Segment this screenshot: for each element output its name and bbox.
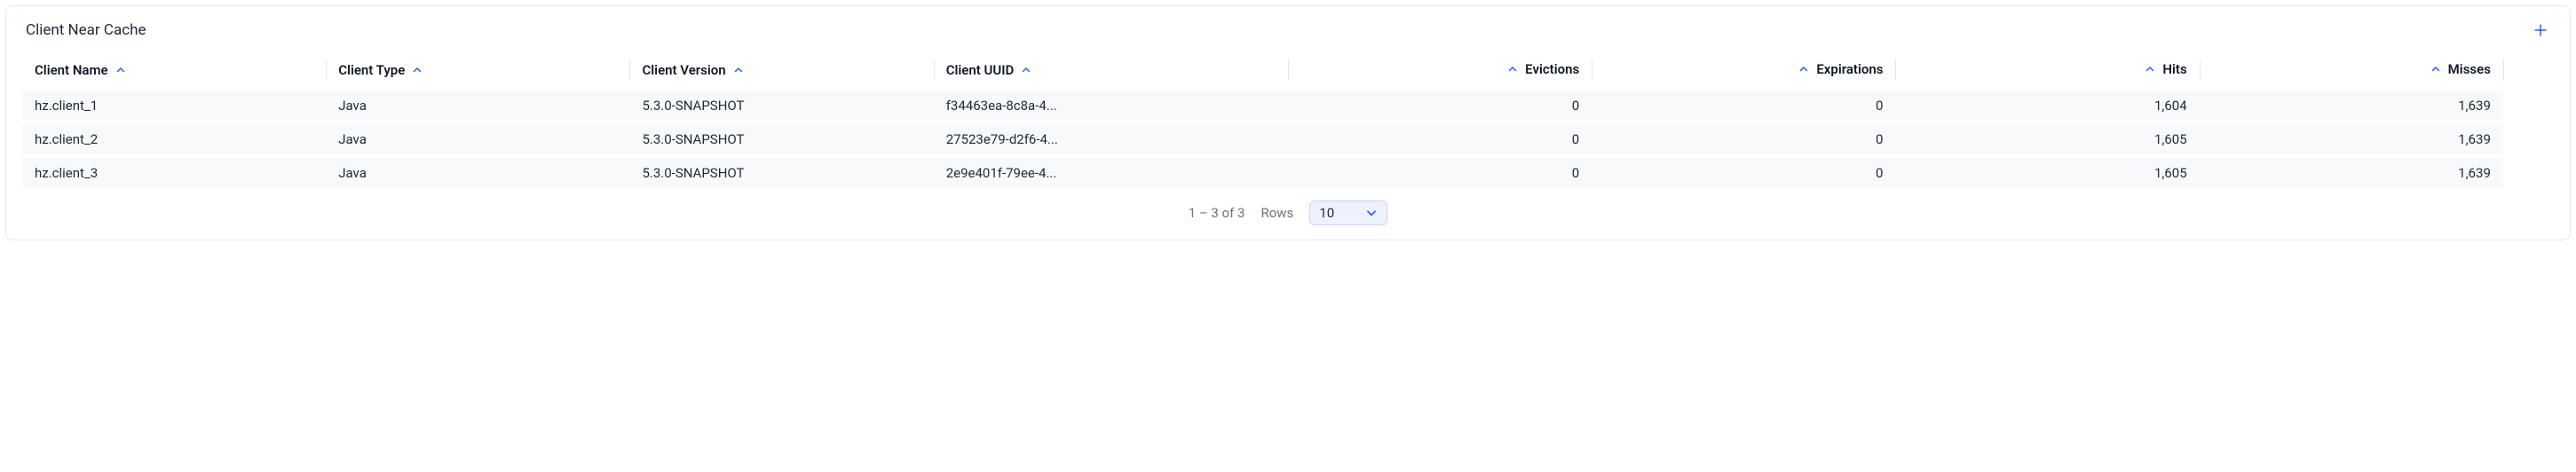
cell-misses: 1,639 bbox=[2200, 156, 2503, 188]
col-header-client-version[interactable]: Client Version bbox=[629, 52, 933, 89]
cell-misses: 1,639 bbox=[2200, 89, 2503, 122]
col-label: Misses bbox=[2448, 61, 2491, 77]
col-label: Evictions bbox=[1525, 61, 1579, 77]
table-row: hz.client_1Java5.3.0-SNAPSHOTf34463ea-8c… bbox=[22, 89, 2554, 122]
col-label: Hits bbox=[2162, 61, 2186, 77]
cell-client-version: 5.3.0-SNAPSHOT bbox=[629, 122, 933, 156]
cell-client-type: Java bbox=[326, 156, 629, 188]
chevron-down-icon bbox=[1365, 207, 1378, 219]
panel-title: Client Near Cache bbox=[26, 21, 146, 39]
sort-asc-icon bbox=[2145, 64, 2155, 75]
cell-spacer bbox=[2503, 89, 2554, 122]
rows-label: Rows bbox=[1260, 205, 1293, 221]
cell-spacer bbox=[2503, 156, 2554, 188]
rows-value: 10 bbox=[1319, 205, 1334, 221]
sort-asc-icon bbox=[2430, 64, 2441, 75]
col-label: Client Version bbox=[642, 62, 725, 78]
cell-client-uuid: f34463ea-8c8a-4... bbox=[934, 89, 1288, 122]
cell-client-version: 5.3.0-SNAPSHOT bbox=[629, 89, 933, 122]
table-row: hz.client_3Java5.3.0-SNAPSHOT2e9e401f-79… bbox=[22, 156, 2554, 188]
pagination: 1 – 3 of 3 Rows 10 bbox=[22, 201, 2554, 225]
col-header-hits[interactable]: Hits bbox=[1895, 52, 2199, 89]
cell-client-version: 5.3.0-SNAPSHOT bbox=[629, 156, 933, 188]
sort-asc-icon bbox=[115, 65, 126, 75]
rows-per-page-select[interactable]: 10 bbox=[1309, 201, 1387, 225]
cell-evictions: 0 bbox=[1288, 156, 1592, 188]
col-header-misses[interactable]: Misses bbox=[2200, 52, 2503, 89]
sort-asc-icon bbox=[1021, 65, 1031, 75]
col-label: Client Type bbox=[338, 62, 405, 78]
col-header-client-uuid[interactable]: Client UUID bbox=[934, 52, 1288, 89]
cell-client-type: Java bbox=[326, 89, 629, 122]
cell-evictions: 0 bbox=[1288, 122, 1592, 156]
cell-evictions: 0 bbox=[1288, 89, 1592, 122]
col-header-evictions[interactable]: Evictions bbox=[1288, 52, 1592, 89]
cell-client-name: hz.client_2 bbox=[22, 122, 326, 156]
cell-client-name: hz.client_3 bbox=[22, 156, 326, 188]
cell-expirations: 0 bbox=[1592, 89, 1895, 122]
cell-client-uuid: 2e9e401f-79ee-4... bbox=[934, 156, 1288, 188]
add-button[interactable] bbox=[2531, 20, 2550, 40]
cell-client-name: hz.client_1 bbox=[22, 89, 326, 122]
panel-header: Client Near Cache bbox=[22, 17, 2554, 52]
table-row: hz.client_2Java5.3.0-SNAPSHOT27523e79-d2… bbox=[22, 122, 2554, 156]
cell-expirations: 0 bbox=[1592, 122, 1895, 156]
col-header-spacer bbox=[2503, 52, 2554, 89]
col-header-client-name[interactable]: Client Name bbox=[22, 52, 326, 89]
pagination-range: 1 – 3 of 3 bbox=[1189, 205, 1245, 221]
cell-client-uuid: 27523e79-d2f6-4... bbox=[934, 122, 1288, 156]
col-header-client-type[interactable]: Client Type bbox=[326, 52, 629, 89]
sort-asc-icon bbox=[1798, 64, 1809, 75]
sort-asc-icon bbox=[1507, 64, 1518, 75]
cell-spacer bbox=[2503, 122, 2554, 156]
sort-asc-icon bbox=[733, 65, 744, 75]
clients-table: Client Name Client Type bbox=[22, 52, 2554, 188]
col-label: Client UUID bbox=[946, 62, 1015, 78]
sort-asc-icon bbox=[412, 65, 423, 75]
col-header-expirations[interactable]: Expirations bbox=[1592, 52, 1895, 89]
cell-hits: 1,605 bbox=[1895, 122, 2199, 156]
cell-hits: 1,605 bbox=[1895, 156, 2199, 188]
cell-hits: 1,604 bbox=[1895, 89, 2199, 122]
client-near-cache-panel: Client Near Cache Client Name bbox=[5, 5, 2571, 240]
cell-misses: 1,639 bbox=[2200, 122, 2503, 156]
cell-expirations: 0 bbox=[1592, 156, 1895, 188]
cell-client-type: Java bbox=[326, 122, 629, 156]
plus-icon bbox=[2533, 22, 2548, 38]
col-label: Client Name bbox=[35, 62, 108, 78]
col-label: Expirations bbox=[1816, 61, 1883, 77]
